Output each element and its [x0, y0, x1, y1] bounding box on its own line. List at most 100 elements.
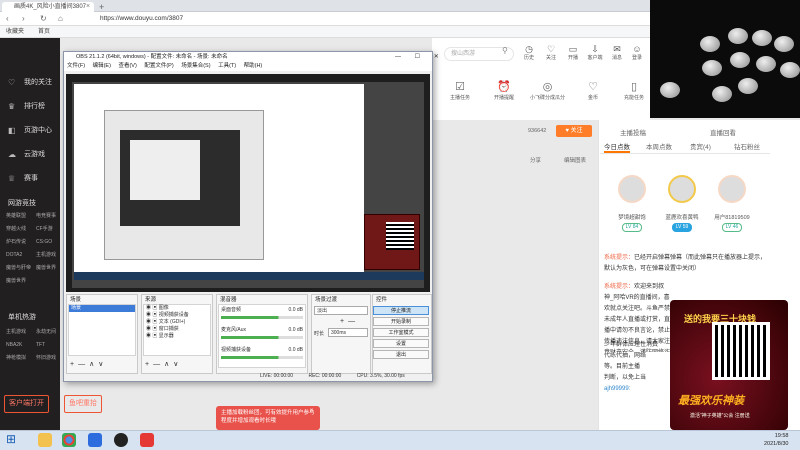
add-icon[interactable]: +: [340, 318, 348, 325]
tab-anchor-posts[interactable]: 主播投稿: [620, 127, 646, 137]
header-login[interactable]: ☺ 登录: [628, 44, 646, 61]
start-recording-button[interactable]: 开始录制: [373, 317, 429, 326]
volume-slider[interactable]: [221, 316, 303, 319]
new-tab-button[interactable]: +: [99, 2, 104, 12]
browser-tab[interactable]: 画质4K_风险小直播间3807: [2, 2, 94, 12]
tool-ufo[interactable]: ◎ 小飞碟分成瓜分: [530, 80, 565, 101]
header-client[interactable]: ⇩ 客户端: [586, 44, 604, 61]
toast-close-icon[interactable]: ×: [310, 408, 314, 414]
url-input[interactable]: https://www.douyu.com/3807: [100, 14, 590, 24]
tool-charge[interactable]: ▯ 充能任务: [624, 80, 644, 101]
browser-icon[interactable]: [62, 433, 76, 447]
game-link[interactable]: CS:GO: [36, 236, 60, 249]
up-icon[interactable]: ∧: [164, 361, 173, 368]
volume-slider[interactable]: [221, 356, 303, 359]
menu-scene-collection[interactable]: 场景集合(S): [181, 63, 210, 69]
header-follow[interactable]: ♡ 关注: [542, 44, 560, 61]
mixer-channels: 桌面音频 0.0 dB 麦克风/Aux 0.0 dB 视频捕获设备 0.0 dB: [218, 304, 306, 368]
source-item[interactable]: ◉ ▣ 文本 (GDI+): [146, 319, 210, 326]
sidebar-item-follow[interactable]: ♡ 我的关注: [0, 70, 60, 94]
tab-week[interactable]: 本周点数: [646, 141, 672, 151]
tool-anchor-task[interactable]: ☑ 主播任务: [450, 80, 470, 101]
follow-button[interactable]: ♥ 关注: [556, 125, 592, 137]
header-history[interactable]: ◷ 历史: [520, 44, 538, 61]
sidebar-item-webgame[interactable]: ◧ 页游中心: [0, 118, 60, 142]
volume-slider[interactable]: [221, 336, 303, 339]
window-controls[interactable]: — ☐ ✕: [395, 52, 445, 62]
source-item[interactable]: ◉ ▣ 窗口捕获: [146, 326, 210, 333]
remove-icon[interactable]: —: [78, 361, 89, 368]
report-button[interactable]: 编辑图表: [564, 156, 586, 164]
tool-reminder[interactable]: ⏰ 开播提醒: [494, 80, 514, 101]
channel-name: 麦克风/Aux: [221, 327, 247, 333]
menu-edit[interactable]: 编辑(E): [93, 63, 111, 69]
transition-select[interactable]: 淡出: [314, 306, 368, 315]
game-link[interactable]: CF手游: [36, 223, 60, 236]
tab-diamond[interactable]: 钻石粉丝: [734, 141, 760, 151]
tab-close-icon[interactable]: ×: [86, 2, 90, 12]
menu-help[interactable]: 帮助(H): [244, 63, 263, 69]
sidebar-item-events[interactable]: ♕ 赛事: [0, 166, 60, 190]
live-timer: LIVE: 00:00:00: [260, 373, 294, 379]
remove-icon[interactable]: —: [348, 318, 359, 325]
menu-view[interactable]: 查看(V): [118, 63, 136, 69]
game-link[interactable]: 主机游戏: [36, 249, 60, 262]
tab-vip[interactable]: 贵宾(4): [690, 141, 711, 151]
avatar[interactable]: [618, 175, 646, 203]
client-open-button[interactable]: 客户端打开: [4, 395, 49, 413]
game-link[interactable]: 永劫无间: [36, 326, 60, 339]
back-icon[interactable]: ‹: [6, 13, 9, 25]
down-icon[interactable]: ∨: [98, 361, 107, 368]
start-button[interactable]: ⊞: [6, 432, 16, 446]
game-link[interactable]: 魔兽世界: [6, 275, 58, 288]
settings-button[interactable]: 设置: [373, 339, 429, 348]
tool-coin[interactable]: ♡ 金币: [588, 80, 598, 101]
source-item[interactable]: ◉ ▣ 图像: [146, 305, 210, 312]
bookmark-favorites[interactable]: 收藏夹: [6, 27, 24, 37]
game-link[interactable]: 怀旧游戏: [36, 352, 60, 365]
tab-today[interactable]: 今日点数: [604, 141, 630, 153]
reload-icon[interactable]: ↻: [40, 13, 47, 25]
game-link[interactable]: 电竞赛事: [36, 210, 60, 223]
game-link[interactable]: 魔兽世界: [36, 262, 60, 275]
add-icon[interactable]: +: [70, 361, 78, 368]
sidebar-item-ranking[interactable]: ♛ 排行榜: [0, 94, 60, 118]
down-icon[interactable]: ∨: [173, 361, 182, 368]
obs-icon[interactable]: [114, 433, 128, 447]
app-icon[interactable]: [140, 433, 154, 447]
obs-status-bar: LIVE: 00:00:00 REC: 00:00:00 CPU: 3.5%, …: [64, 372, 432, 381]
studio-mode-button[interactable]: 工作室模式: [373, 328, 429, 337]
avatar[interactable]: [718, 175, 746, 203]
tool-label: 金币: [588, 95, 599, 101]
exit-button[interactable]: 退出: [373, 350, 429, 359]
header-message[interactable]: ✉ 消息: [608, 44, 626, 61]
game-link[interactable]: TFT: [36, 339, 60, 352]
source-item[interactable]: ◉ ▣ 视频捕获设备: [146, 312, 210, 319]
menu-tools[interactable]: 工具(T): [218, 63, 236, 69]
fan-club-toast[interactable]: 主播加载粉丝团，可有效提升用户参与程度并增加观看时长哦: [216, 406, 320, 430]
ad-slogan: 最强欢乐神装: [678, 395, 744, 407]
menu-profile[interactable]: 配置文件(P): [144, 63, 173, 69]
remove-icon[interactable]: —: [153, 361, 164, 368]
home-icon[interactable]: ⌂: [58, 13, 63, 25]
recharge-button[interactable]: 鱼吧重拾: [64, 395, 102, 413]
source-item[interactable]: ◉ ▣ 显示器: [146, 333, 210, 340]
explorer-icon[interactable]: [38, 433, 52, 447]
stop-streaming-button[interactable]: 停止推流: [373, 306, 429, 315]
duration-input[interactable]: 300ms: [328, 328, 368, 337]
sidebar-item-cloud-game[interactable]: ☁ 云游戏: [0, 142, 60, 166]
avatar[interactable]: [668, 175, 696, 203]
bookmark-home[interactable]: 首页: [38, 27, 50, 37]
forward-icon[interactable]: ›: [22, 13, 25, 25]
tab-replay[interactable]: 直播回看: [710, 127, 736, 137]
share-button[interactable]: 分享: [530, 156, 541, 164]
scene-item[interactable]: 场景: [69, 305, 135, 312]
menu-file[interactable]: 文件(F): [67, 63, 85, 69]
header-broadcast[interactable]: ▭ 开播: [564, 44, 582, 61]
up-icon[interactable]: ∧: [89, 361, 98, 368]
app-icon[interactable]: [88, 433, 102, 447]
add-icon[interactable]: +: [145, 361, 153, 368]
search-icon[interactable]: ⚲: [502, 46, 508, 55]
header-icon-label: 登录: [631, 55, 642, 61]
dock-title: 场景: [70, 297, 82, 303]
